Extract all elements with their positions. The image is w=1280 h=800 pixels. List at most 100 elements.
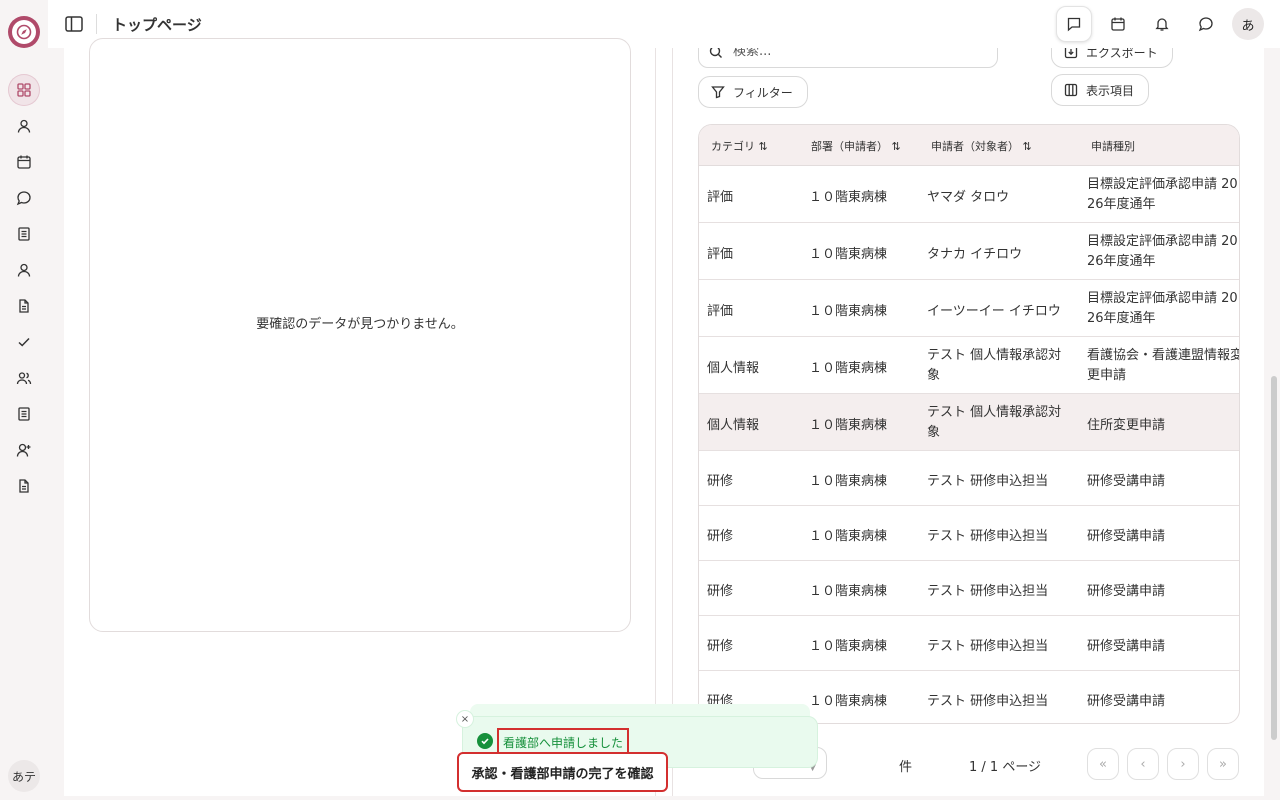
cell-applicant: テスト 個人情報承認対象 <box>927 405 1062 440</box>
toast-close-button[interactable]: × <box>456 710 474 728</box>
table-row[interactable]: 評価 １０階東病棟 ヤマダ タロウ 目標設定評価承認申請 2026年度通年 <box>699 166 1239 223</box>
main-content: 要確認のデータが見つかりません。 検索... エクスポート フィルター 表示項目… <box>64 38 1264 796</box>
bell-icon <box>1155 18 1169 31</box>
file-text-icon <box>19 479 29 493</box>
cell-type: 目標設定評価承認申請 2026年度通年 <box>1087 234 1238 269</box>
export-button[interactable]: エクスポート <box>1051 48 1173 68</box>
sort-icon: ⇅ <box>891 140 901 153</box>
applications-table: カテゴリ ⇅ 部署（申請者） ⇅ 申請者（対象者） ⇅ 申請種別 評価 １０階東病… <box>698 124 1240 724</box>
cell-applicant: ヤマダ タロウ <box>927 190 1010 205</box>
sidebar-user-avatar[interactable]: あテ <box>8 760 40 792</box>
table-row[interactable]: 個人情報 １０階東病棟 テスト 個人情報承認対象 看護協会・看護連盟情報変更申請 <box>699 337 1239 394</box>
cell-category: 個人情報 <box>707 418 760 433</box>
cell-department: １０階東病棟 <box>809 694 888 709</box>
left-panel: 要確認のデータが見つかりません。 <box>64 38 656 796</box>
sidebar-item-records[interactable] <box>8 398 40 430</box>
table-row[interactable]: 研修 １０階東病棟 テスト 研修申込担当 研修受講申請 <box>699 506 1239 561</box>
filter-label: フィルター <box>733 85 793 100</box>
table-row[interactable]: 研修 １０階東病棟 テスト 研修申込担当 研修受講申請 <box>699 561 1239 616</box>
cell-applicant: イーツーイー イチロウ <box>927 304 1061 319</box>
search-icon <box>709 48 723 59</box>
cell-department: １０階東病棟 <box>809 190 888 205</box>
app-logo[interactable] <box>8 16 40 48</box>
cell-category: 評価 <box>707 190 734 205</box>
cell-applicant: テスト 個人情報承認対象 <box>927 348 1062 383</box>
cell-type: 研修受講申請 <box>1087 694 1166 709</box>
cell-department: １０階東病棟 <box>809 361 888 376</box>
sidebar-item-add-user[interactable] <box>8 434 40 466</box>
chat-icon <box>1198 17 1213 32</box>
filter-icon <box>711 86 725 99</box>
chevron-right-icon: › <box>1180 756 1186 772</box>
chat-icon <box>16 191 31 206</box>
page-scrollbar[interactable] <box>1271 376 1277 740</box>
next-page-button[interactable]: › <box>1167 748 1199 780</box>
page-size-unit: 件 <box>899 760 913 775</box>
document-icon <box>18 227 30 241</box>
sidebar-item-reports[interactable] <box>8 470 40 502</box>
page-title: トップページ <box>112 16 202 34</box>
user-icon <box>17 263 31 277</box>
chevron-left-icon: ‹ <box>1140 756 1146 772</box>
table-row[interactable]: 研修 １０階東病棟 テスト 研修申込担当 研修受講申請 <box>699 451 1239 506</box>
user-plus-icon <box>16 443 31 457</box>
page-indicator: 1 / 1 ページ <box>969 760 1042 775</box>
filter-button[interactable]: フィルター <box>698 76 808 108</box>
cell-applicant: テスト 研修申込担当 <box>927 584 1049 599</box>
calendar-icon <box>1111 17 1125 31</box>
first-page-button[interactable]: « <box>1087 748 1119 780</box>
sidebar-item-groups[interactable] <box>8 362 40 394</box>
empty-message: 要確認のデータが見つかりません。 <box>256 317 464 332</box>
download-icon <box>1064 48 1078 59</box>
compass-icon <box>12 20 36 44</box>
columns-button[interactable]: 表示項目 <box>1051 74 1150 106</box>
check-icon <box>18 337 30 347</box>
cell-applicant: テスト 研修申込担当 <box>927 694 1049 709</box>
prev-page-button[interactable]: ‹ <box>1127 748 1159 780</box>
column-header-applicant[interactable]: 申請者（対象者） ⇅ <box>931 138 1032 154</box>
cell-category: 研修 <box>707 584 734 599</box>
cell-category: 個人情報 <box>707 361 760 376</box>
cell-applicant: テスト 研修申込担当 <box>927 529 1049 544</box>
sidebar-item-profile[interactable] <box>8 110 40 142</box>
sidebar-item-messages[interactable] <box>8 182 40 214</box>
sidebar-item-files[interactable] <box>8 290 40 322</box>
notifications-button[interactable] <box>1144 6 1180 42</box>
cell-category: 研修 <box>707 474 734 489</box>
sidebar-toggle-button[interactable] <box>62 12 86 36</box>
table-row[interactable]: 評価 １０階東病棟 タナカ イチロウ 目標設定評価承認申請 2026年度通年 <box>699 223 1239 280</box>
column-header-type[interactable]: 申請種別 <box>1091 138 1135 154</box>
chevrons-left-icon: « <box>1099 756 1107 772</box>
sidebar-item-approvals[interactable] <box>8 326 40 358</box>
cell-type: 住所変更申請 <box>1087 418 1166 433</box>
header-divider <box>96 14 97 34</box>
user-icon <box>17 119 31 133</box>
column-header-department[interactable]: 部署（申請者） ⇅ <box>811 138 901 154</box>
search-input[interactable]: 検索... <box>698 48 998 68</box>
sidebar-item-staff[interactable] <box>8 254 40 286</box>
check-circle-icon <box>477 733 493 749</box>
cell-category: 評価 <box>707 247 734 262</box>
sidebar-item-calendar[interactable] <box>8 146 40 178</box>
cell-department: １０階東病棟 <box>809 247 888 262</box>
right-panel: 検索... エクスポート フィルター 表示項目 カテゴリ ⇅ 部署（申請者） ⇅… <box>672 48 1264 796</box>
table-row[interactable]: 個人情報 １０階東病棟 テスト 個人情報承認対象 住所変更申請 <box>699 394 1239 451</box>
cell-category: 評価 <box>707 304 734 319</box>
sidebar-item-documents[interactable] <box>8 218 40 250</box>
column-header-category[interactable]: カテゴリ ⇅ <box>711 138 768 154</box>
user-avatar[interactable]: あ <box>1232 8 1264 40</box>
sidebar-item-dashboard[interactable] <box>8 74 40 106</box>
cell-type: 研修受講申請 <box>1087 584 1166 599</box>
cell-applicant: テスト 研修申込担当 <box>927 639 1049 654</box>
last-page-button[interactable]: » <box>1207 748 1239 780</box>
cell-type: 研修受講申請 <box>1087 474 1166 489</box>
table-row[interactable]: 評価 １０階東病棟 イーツーイー イチロウ 目標設定評価承認申請 2026年度通年 <box>699 280 1239 337</box>
cell-type: 目標設定評価承認申請 2026年度通年 <box>1087 177 1238 212</box>
messages-button[interactable] <box>1056 6 1092 42</box>
table-row[interactable]: 研修 １０階東病棟 テスト 研修申込担当 研修受講申請 <box>699 616 1239 671</box>
calendar-button[interactable] <box>1100 6 1136 42</box>
message-square-icon <box>1067 17 1081 32</box>
cell-category: 研修 <box>707 529 734 544</box>
chat-button[interactable] <box>1188 6 1224 42</box>
cell-type: 研修受講申請 <box>1087 529 1166 544</box>
